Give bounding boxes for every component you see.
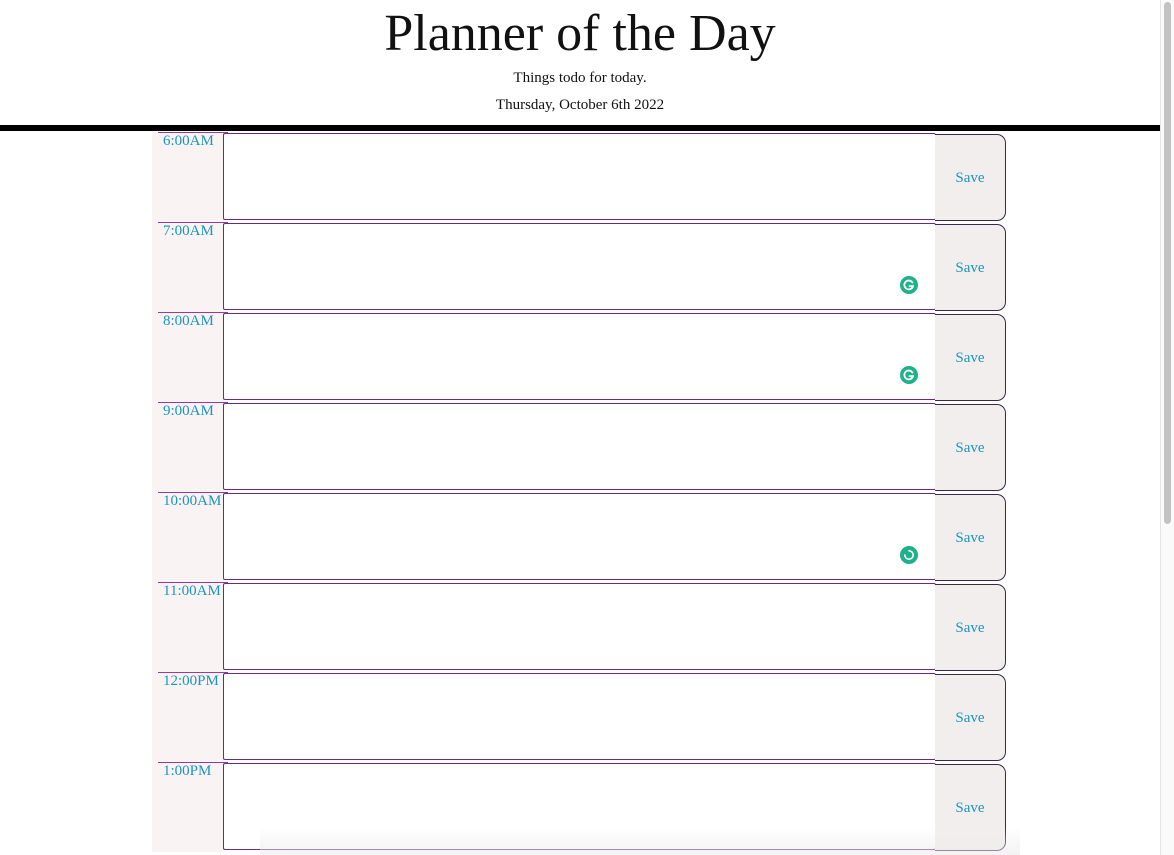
page-subtitle: Things todo for today. [513, 70, 647, 86]
header-divider [0, 125, 1160, 131]
event-textarea[interactable] [223, 223, 936, 310]
save-button[interactable]: Save [935, 224, 1006, 311]
save-button[interactable]: Save [935, 494, 1006, 581]
hour-label: 8:00AM [163, 313, 214, 329]
grammarly-loading-icon[interactable] [900, 546, 918, 564]
hour-label: 7:00AM [163, 223, 214, 239]
scrollbar-thumb[interactable] [1164, 2, 1171, 524]
time-block-row: 6:00AM Save [152, 132, 1012, 222]
page-header: Planner of the Day Things todo for today… [0, 0, 1160, 125]
page-title: Planner of the Day [384, 5, 776, 62]
hour-label: 9:00AM [163, 403, 214, 419]
time-block-row: 11:00AM Save [152, 582, 1012, 672]
bottom-shadow [260, 827, 1020, 855]
time-block-list: 6:00AM Save 7:00AM Save 8:00AM Save 9:00… [152, 132, 1012, 852]
hour-label: 12:00PM [163, 673, 219, 689]
save-button[interactable]: Save [935, 404, 1006, 491]
event-textarea[interactable] [223, 133, 936, 220]
event-textarea[interactable] [223, 673, 936, 760]
time-block-row: 7:00AM Save [152, 222, 1012, 312]
save-button[interactable]: Save [935, 314, 1006, 401]
event-textarea[interactable] [223, 583, 936, 670]
time-block-row: 9:00AM Save [152, 402, 1012, 492]
save-button[interactable]: Save [935, 134, 1006, 221]
time-block-row: 10:00AM Save [152, 492, 1012, 582]
save-button[interactable]: Save [935, 584, 1006, 671]
grammarly-g-icon[interactable] [900, 276, 918, 294]
save-button[interactable]: Save [935, 674, 1006, 761]
vertical-scrollbar[interactable] [1160, 0, 1174, 855]
time-block-row: 8:00AM Save [152, 312, 1012, 402]
hour-label: 6:00AM [163, 133, 214, 149]
hour-label: 11:00AM [163, 583, 221, 599]
hour-label: 1:00PM [163, 763, 212, 779]
event-textarea[interactable] [223, 403, 936, 490]
time-block-row: 12:00PM Save [152, 672, 1012, 762]
hour-label: 10:00AM [163, 493, 222, 509]
event-textarea[interactable] [223, 493, 936, 580]
grammarly-g-icon[interactable] [900, 366, 918, 384]
current-date: Thursday, October 6th 2022 [495, 97, 665, 113]
event-textarea[interactable] [223, 313, 936, 400]
